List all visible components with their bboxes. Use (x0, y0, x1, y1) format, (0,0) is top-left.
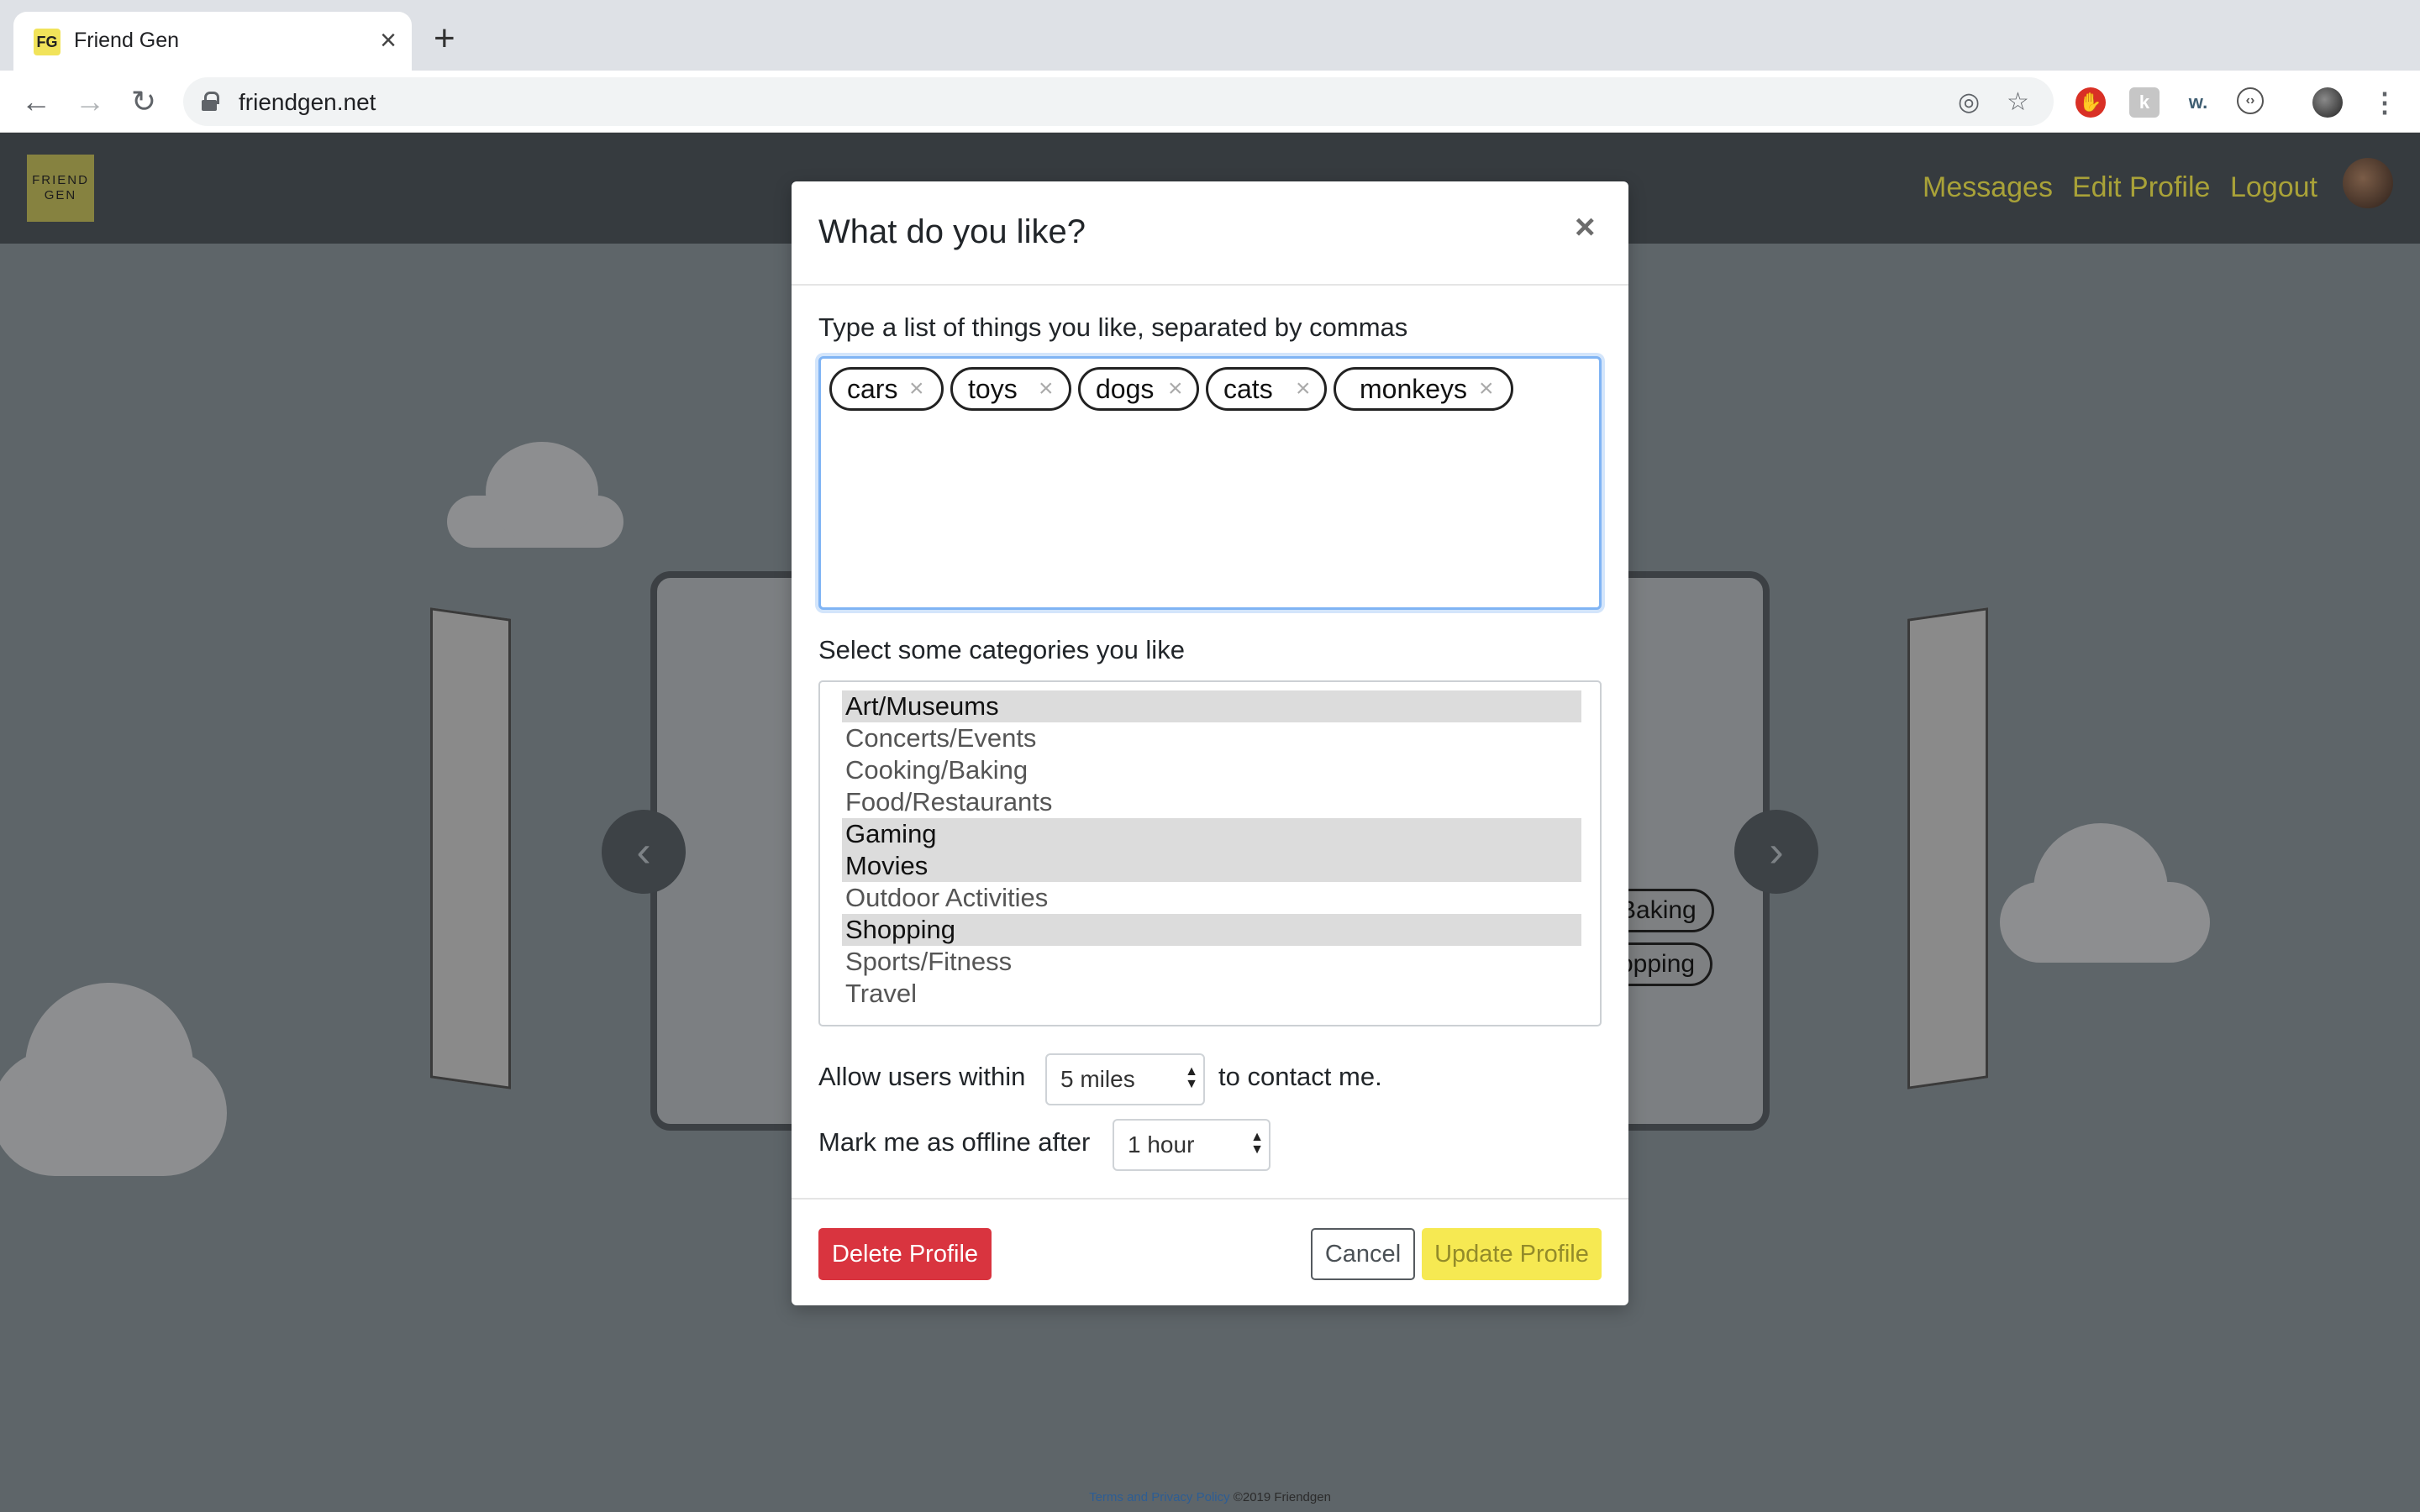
tag-remove-icon[interactable]: × (1479, 370, 1494, 408)
category-option[interactable]: Shopping (842, 914, 1581, 946)
cancel-button[interactable]: Cancel (1311, 1228, 1415, 1280)
nav-logout-link[interactable]: Logout (2230, 171, 2317, 204)
adblock-extension-icon[interactable]: ✋ (2075, 87, 2106, 118)
tag-remove-icon[interactable]: × (909, 370, 924, 408)
tag-chip: cars × (829, 367, 944, 411)
browser-menu-icon[interactable]: ⋮ (2370, 87, 2400, 118)
tag-label: dogs (1096, 374, 1155, 404)
wikiwand-extension-icon[interactable]: w. (2183, 87, 2213, 118)
delete-profile-button[interactable]: Delete Profile (818, 1228, 992, 1280)
cloud-decoration (486, 442, 598, 543)
select-caret-icon: ▲ ▼ (1250, 1130, 1264, 1157)
distance-suffix-label: to contact me. (1218, 1062, 1382, 1091)
distance-prefix-label: Allow users within (818, 1062, 1026, 1091)
user-avatar[interactable] (2343, 158, 2393, 208)
category-option[interactable]: Travel (842, 978, 1581, 1010)
tag-label: toys (968, 374, 1018, 404)
tab-title: Friend Gen (74, 29, 180, 52)
modal-header: What do you like? × (792, 181, 1628, 286)
carousel-prev-icon[interactable]: ‹ (602, 810, 686, 894)
profile-card-right[interactable] (1907, 607, 1988, 1089)
carousel-next-icon[interactable]: › (1734, 810, 1818, 894)
tag-chip: toys × (950, 367, 1071, 411)
category-option[interactable]: Sports/Fitness (842, 946, 1581, 978)
bookmark-star-icon[interactable]: ☆ (2007, 87, 2029, 117)
back-arrow-icon[interactable]: ← (15, 81, 57, 123)
cloud-decoration (2033, 823, 2168, 958)
category-option[interactable]: Cooking/Baking (842, 754, 1581, 786)
tag-remove-icon[interactable]: × (1296, 370, 1311, 408)
offline-select-value: 1 hour (1128, 1131, 1195, 1158)
reload-icon[interactable]: ↻ (123, 81, 165, 123)
likes-label: Type a list of things you like, separate… (818, 312, 1408, 342)
terms-link[interactable]: Terms and Privacy Policy (1089, 1490, 1230, 1504)
forward-arrow-icon[interactable]: → (69, 81, 111, 123)
category-option[interactable]: Food/Restaurants (842, 786, 1581, 818)
likes-tag-input[interactable]: cars × toys × dogs × cats × monkeys × (818, 356, 1602, 610)
site-logo[interactable]: FRIEND GEN (27, 155, 94, 222)
tag-chip: dogs × (1078, 367, 1199, 411)
new-tab-icon[interactable]: + (434, 20, 455, 57)
tag-label: cars (847, 374, 898, 404)
modal-title: What do you like? (818, 213, 1086, 250)
tag-label: monkeys (1360, 374, 1468, 404)
close-icon[interactable]: × (1575, 207, 1596, 247)
favicon-icon: FG (34, 29, 60, 55)
tag-chip: cats × (1206, 367, 1327, 411)
category-option[interactable]: Art/Museums (842, 690, 1581, 722)
tag-label: cats (1223, 374, 1273, 404)
update-profile-button[interactable]: Update Profile (1422, 1228, 1602, 1280)
category-option[interactable]: Movies (842, 850, 1581, 882)
browser-tab[interactable]: FG Friend Gen × (13, 12, 412, 71)
category-option[interactable]: Outdoor Activities (842, 882, 1581, 914)
tag-chip: monkeys × (1334, 367, 1513, 411)
category-option[interactable]: Concerts/Events (842, 722, 1581, 754)
tag-remove-icon[interactable]: × (1039, 370, 1054, 408)
offline-select[interactable]: 1 hour ▲ ▼ (1113, 1119, 1270, 1171)
url-text: friendgen.net (239, 89, 376, 115)
cloud-decoration (25, 983, 193, 1151)
profile-avatar-icon[interactable] (2312, 87, 2343, 118)
nav-edit-profile-link[interactable]: Edit Profile (2072, 171, 2210, 204)
category-option[interactable]: Gaming (842, 818, 1581, 850)
preferences-modal: What do you like? × Type a list of thing… (792, 181, 1628, 1305)
site-footer: Terms and Privacy Policy ©2019 Friendgen (0, 1490, 2420, 1504)
location-icon[interactable]: ◎ (1958, 87, 1980, 117)
profile-card-left[interactable] (430, 607, 511, 1089)
tag-remove-icon[interactable]: × (1168, 370, 1183, 408)
categories-listbox[interactable]: Art/Museums Concerts/Events Cooking/Baki… (818, 680, 1602, 1026)
tab-close-icon[interactable]: × (380, 25, 397, 55)
modal-footer: Delete Profile Cancel Update Profile (792, 1198, 1628, 1305)
distance-select[interactable]: 5 miles ▲ ▼ (1045, 1053, 1205, 1105)
copyright-text: ©2019 Friendgen (1233, 1490, 1331, 1504)
extension-icon[interactable]: k (2129, 87, 2160, 118)
browser-toolbar: ← → ↻ friendgen.net ◎ ☆ ✋ k w. ‹› ⋮ (0, 71, 2420, 133)
address-bar[interactable]: friendgen.net ◎ ☆ (183, 77, 2054, 126)
select-caret-icon: ▲ ▼ (1185, 1064, 1198, 1091)
offline-prefix-label: Mark me as offline after (818, 1127, 1091, 1157)
categories-label: Select some categories you like (818, 635, 1185, 664)
code-extension-icon[interactable]: ‹› (2237, 87, 2264, 114)
distance-select-value: 5 miles (1060, 1066, 1135, 1092)
nav-messages-link[interactable]: Messages (1923, 171, 2053, 204)
browser-tab-strip: FG Friend Gen × + (0, 0, 2420, 71)
lock-icon (202, 92, 219, 111)
